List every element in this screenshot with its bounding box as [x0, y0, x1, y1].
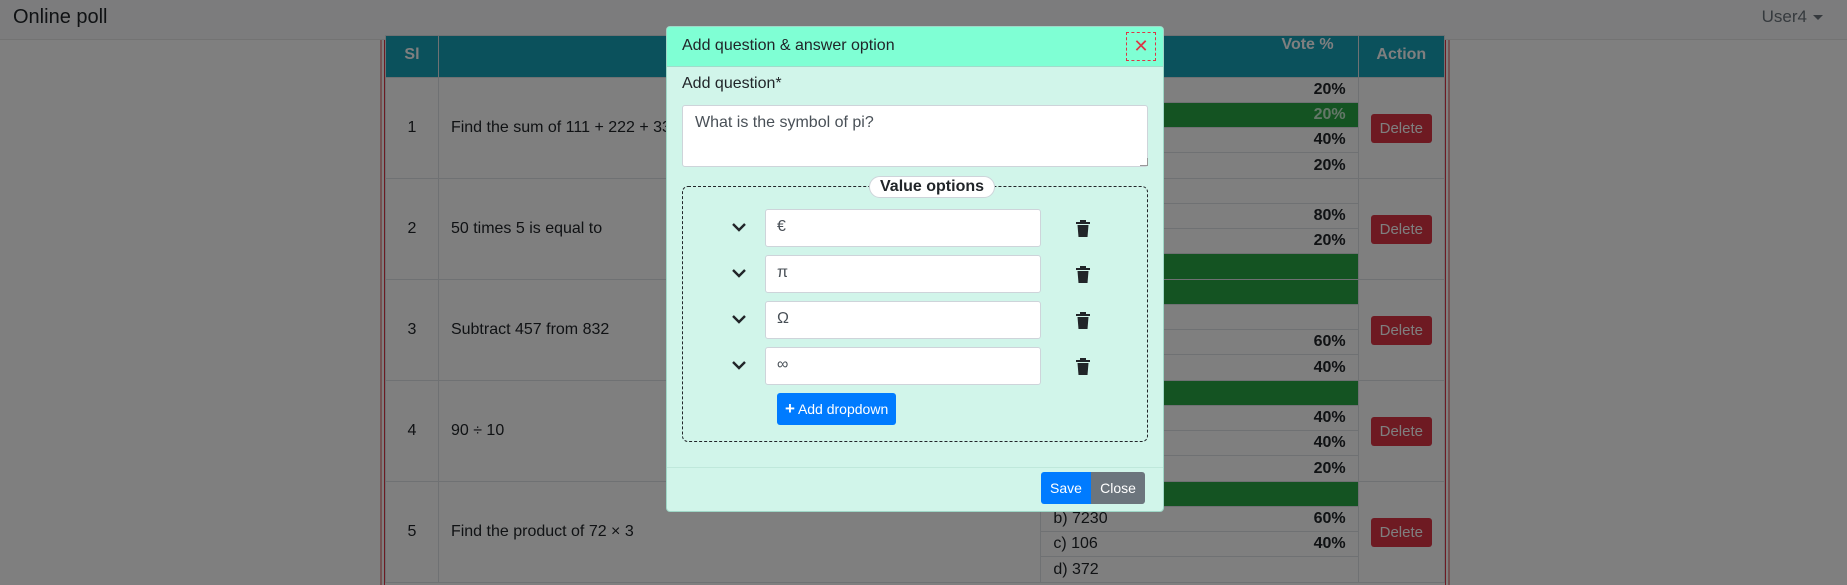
option-row: €	[683, 209, 1149, 249]
value-options-legend: Value options	[869, 176, 996, 198]
option-row: Ω	[683, 301, 1149, 341]
option-input[interactable]: π	[765, 255, 1041, 293]
close-button[interactable]: Close	[1091, 472, 1145, 504]
trash-icon[interactable]	[1075, 219, 1091, 237]
save-button[interactable]: Save	[1041, 472, 1091, 504]
question-textarea[interactable]: What is the symbol of pi?	[682, 105, 1148, 167]
modal-title: Add question & answer option	[682, 37, 895, 54]
close-icon[interactable]: ✕	[1126, 32, 1156, 61]
add-question-modal: Add question & answer option ✕ Add quest…	[666, 26, 1164, 512]
chevron-down-icon[interactable]	[729, 217, 749, 237]
chevron-down-icon[interactable]	[729, 309, 749, 329]
question-label: Add question*	[682, 75, 782, 92]
option-input[interactable]: ∞	[765, 347, 1041, 385]
chevron-down-icon[interactable]	[729, 263, 749, 283]
modal-header: Add question & answer option ✕	[667, 27, 1163, 67]
value-options-fieldset: Value options € π Ω ∞ + Add dropdown	[682, 176, 1149, 442]
option-input[interactable]: €	[765, 209, 1041, 247]
option-row: ∞	[683, 347, 1149, 387]
trash-icon[interactable]	[1075, 357, 1091, 375]
option-input[interactable]: Ω	[765, 301, 1041, 339]
plus-icon: +	[785, 399, 795, 418]
resize-grip-icon[interactable]	[1140, 158, 1148, 166]
trash-icon[interactable]	[1075, 311, 1091, 329]
add-dropdown-button[interactable]: + Add dropdown	[777, 393, 897, 425]
trash-icon[interactable]	[1075, 265, 1091, 283]
add-dropdown-label: Add dropdown	[797, 401, 889, 417]
chevron-down-icon[interactable]	[729, 355, 749, 375]
option-row: π	[683, 255, 1149, 295]
